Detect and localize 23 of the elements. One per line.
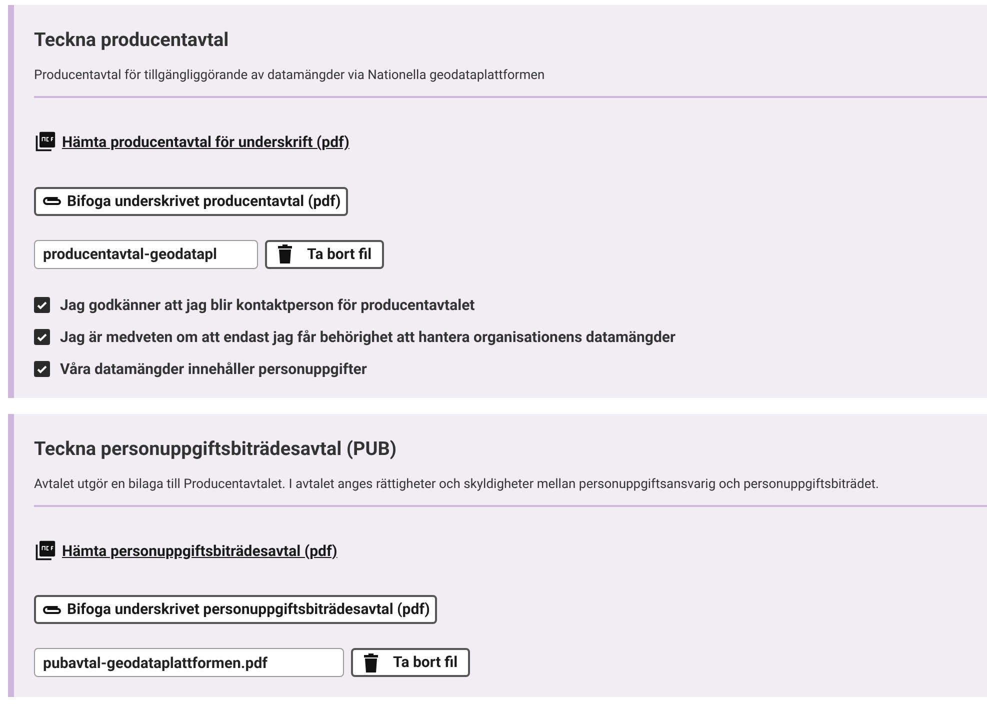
- remove-file-button[interactable]: Ta bort fil: [351, 648, 470, 677]
- file-name-field[interactable]: producentavtal-geodatapl: [34, 240, 258, 268]
- checkbox[interactable]: [34, 296, 50, 312]
- checkbox[interactable]: [34, 328, 50, 344]
- section-title: Teckna producentavtal: [34, 27, 230, 53]
- checkbox-label: Jag är medveten om att endast jag får behörighet att hantera organisationens datamängder: [60, 328, 676, 346]
- section-title: Teckna personuppgiftsbiträdesavtal (PUB): [34, 436, 398, 462]
- attach-button[interactable]: Bifoga underskrivet producentavtal (pdf): [34, 186, 348, 216]
- section-description: Avtalet utgör en bilaga till Producentavtalet. I avtalet anges rättigheter och skyldigheter mellan personuppgiftsansvarig och personuppgiftsbiträdet.: [34, 476, 880, 494]
- checkbox[interactable]: [34, 360, 50, 376]
- file-name-field[interactable]: pubavtal-geodataplattformen.pdf: [34, 648, 344, 677]
- pdf-icon: [34, 540, 56, 562]
- checkbox-label: Våra datamängder innehåller personuppgifter: [60, 360, 367, 378]
- pdf-icon: [34, 131, 56, 154]
- download-link[interactable]: Hämta producentavtal för underskrift (pdf): [62, 131, 350, 154]
- trash-icon: [277, 244, 293, 264]
- download-link[interactable]: Hämta personuppgiftsbiträdesavtal (pdf): [62, 540, 338, 562]
- paperclip-icon: [41, 194, 63, 208]
- section-description: Producentavtal för tillgängliggörande av datamängder via Nationella geodataplattformen: [34, 67, 546, 85]
- trash-icon: [363, 652, 379, 672]
- checkbox-label: Jag godkänner att jag blir kontaktperson för producentavtalet: [60, 296, 475, 314]
- remove-file-button[interactable]: Ta bort fil: [265, 240, 384, 268]
- attach-button[interactable]: Bifoga underskrivet personuppgiftsbiträdesavtal (pdf): [34, 595, 437, 624]
